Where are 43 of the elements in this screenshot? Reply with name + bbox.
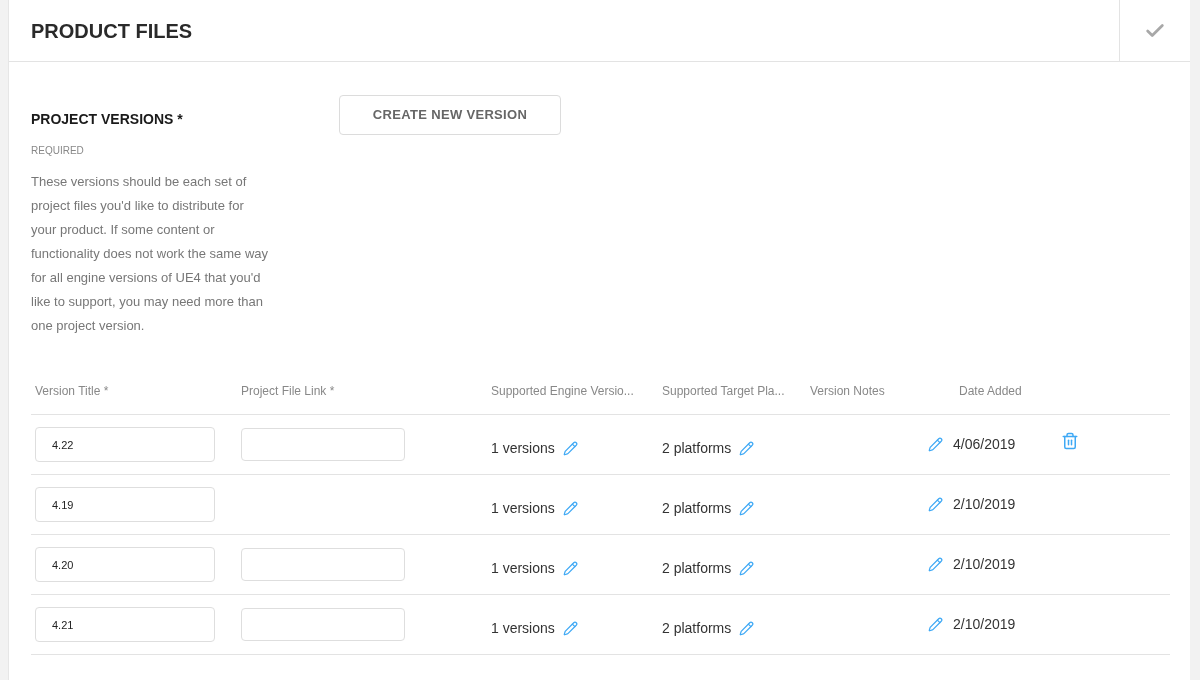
version-title-field[interactable]: 4.21 [35, 607, 215, 642]
engine-versions-count: 1 versions [491, 439, 555, 458]
edit-icon[interactable] [928, 557, 943, 572]
platforms-count: 2 platforms [662, 499, 732, 518]
column-header: Date Added [959, 384, 1022, 398]
platforms-count: 2 platforms [662, 559, 732, 578]
file-link-field[interactable] [241, 608, 405, 641]
edit-icon[interactable] [739, 621, 755, 636]
edit-icon[interactable] [562, 441, 578, 456]
date-added: 4/06/2019 [953, 436, 1016, 452]
section-title: PROJECT VERSIONS * [31, 110, 184, 129]
edit-icon[interactable] [562, 621, 578, 636]
required-label: REQUIRED [31, 144, 85, 158]
engine-versions-count: 1 versions [491, 499, 555, 518]
column-header: Supported Engine Versio... [491, 384, 634, 398]
edit-icon[interactable] [739, 441, 755, 456]
column-header: Version Notes [810, 384, 885, 398]
section-description: These versions should be each set of project files you'd like to distribute for your product. If some content or functionality does not work the same way for all engine versions of UE4 that you'd like to support, you may need more than one project version. [31, 173, 269, 335]
version-title-field[interactable]: 4.19 [35, 487, 215, 522]
delete-icon[interactable] [1061, 431, 1079, 450]
column-header: Supported Target Pla... [662, 384, 785, 398]
file-link-field[interactable] [241, 548, 405, 581]
engine-versions-count: 1 versions [491, 619, 555, 638]
edit-icon[interactable] [739, 561, 755, 576]
panel-title: PRODUCT FILES [30, 18, 194, 44]
column-header: Project File Link * [241, 384, 335, 398]
create-version-button[interactable]: CREATE NEW VERSION [339, 95, 561, 135]
engine-versions-count: 1 versions [491, 559, 555, 578]
platforms-count: 2 platforms [662, 619, 732, 638]
edit-icon[interactable] [928, 437, 943, 452]
file-link-field[interactable] [241, 428, 405, 461]
version-title-field[interactable]: 4.20 [35, 547, 215, 582]
column-header: Version Title * [35, 384, 109, 398]
version-title-field[interactable]: 4.22 [35, 427, 215, 462]
date-added: 2/10/2019 [953, 616, 1016, 632]
date-added: 2/10/2019 [953, 556, 1016, 572]
edit-icon[interactable] [739, 501, 755, 516]
edit-icon[interactable] [928, 497, 943, 512]
edit-icon[interactable] [562, 561, 578, 576]
date-added: 2/10/2019 [953, 496, 1016, 512]
edit-icon[interactable] [928, 617, 943, 632]
edit-icon[interactable] [562, 501, 578, 516]
platforms-count: 2 platforms [662, 439, 732, 458]
